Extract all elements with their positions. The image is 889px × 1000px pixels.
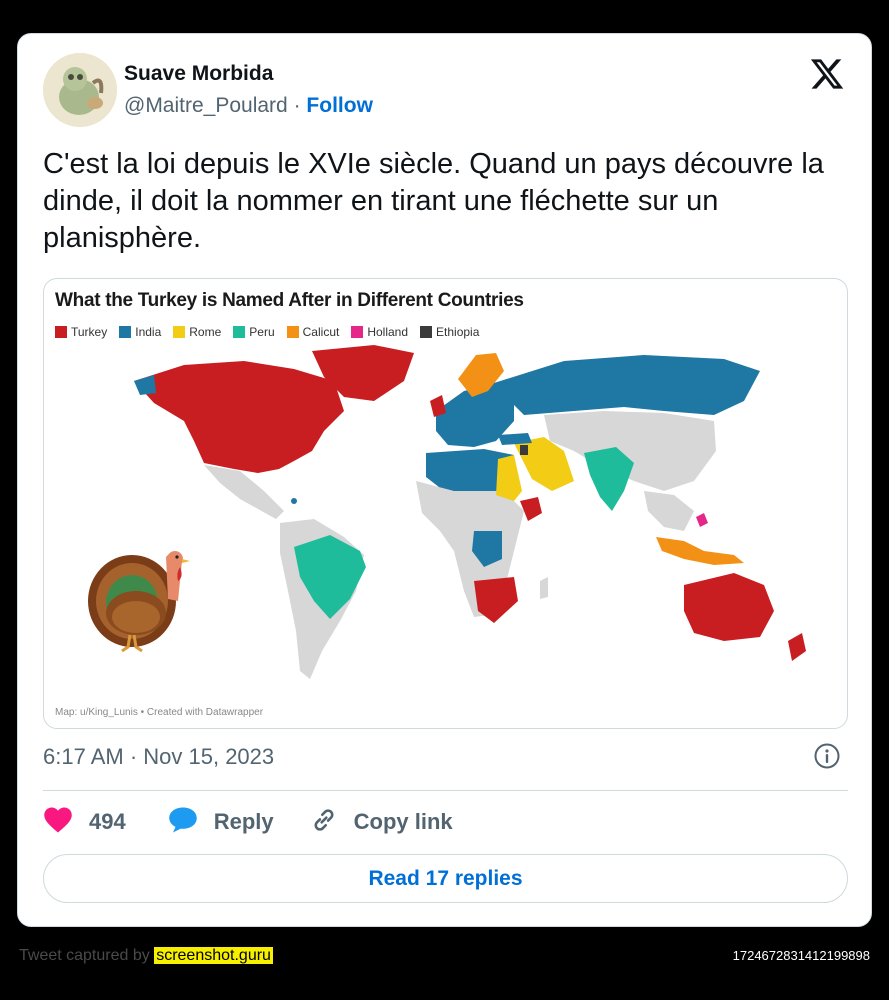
author-name[interactable]: Suave Morbida [124,62,273,86]
divider [43,790,848,791]
region-alaska [134,375,156,395]
legend-label: India [135,325,162,339]
legend-item-calicut: Calicut [286,325,340,339]
author-handle[interactable]: @Maitre_Poulard [124,94,288,117]
region-russia [494,355,760,415]
reply-label: Reply [213,809,274,834]
legend-swatch [55,326,67,338]
region-holland-islands [696,513,708,527]
region-southeast-asia [644,491,694,531]
legend-label: Calicut [302,325,340,339]
map-source: Map: u/King_Lunis • Created with Datawra… [55,707,264,718]
region-indonesia [656,537,744,565]
region-turkey-country [498,433,532,445]
legend-label: Peru [249,325,275,339]
heart-icon [43,806,73,839]
like-count: 494 [89,809,126,834]
legend-swatch [119,326,132,338]
legend-label: Turkey [71,325,108,339]
region-australia [684,573,774,641]
legend-label: Holland [367,325,409,339]
info-icon[interactable] [813,742,841,770]
legend-swatch [351,326,364,338]
copy-link-button[interactable]: Copy link [310,806,453,839]
region-horn-africa [520,497,542,521]
legend-item-india: India [119,325,161,339]
legend-item-rome: Rome [173,325,221,339]
legend-item-turkey: Turkey [55,325,107,339]
tweet-timestamp[interactable]: 6:17 AM · Nov 15, 2023 [43,744,274,770]
turkey-illustration [88,551,190,653]
legend-item-peru: Peru [233,325,275,339]
region-central-america [204,465,284,519]
read-replies-button[interactable]: Read 17 replies [43,854,848,903]
region-uk [430,395,446,417]
map-title: What the Turkey is Named After in Differ… [55,290,524,311]
reply-bubble-icon [168,806,198,839]
legend-swatch [173,326,186,338]
region-new-zealand [788,633,806,661]
legend-item-holland: Holland [351,325,408,339]
handle-separator: · [293,94,301,117]
like-button[interactable]: 494 [43,806,126,839]
legend-swatch [286,326,299,338]
link-icon [310,806,338,839]
map-legend: Turkey India Rome Peru Calicut Holland E… [55,325,479,339]
legend-swatch [233,326,246,338]
tweet-text: C'est la loi depuis le XVIe siècle. Quan… [43,148,824,254]
world-map [88,345,806,679]
region-india [584,447,634,511]
region-caribbean [291,498,297,504]
copy-link-label: Copy link [353,809,453,834]
region-sahel [496,455,522,501]
author-handle-line: @Maitre_Poulard · Follow [124,94,373,118]
tweet-id: 1724672831412199898 [732,948,870,963]
follow-button[interactable]: Follow [306,94,373,117]
legend-item-ethiopia: Ethiopia [420,325,479,339]
avatar[interactable] [43,53,117,127]
reply-button[interactable]: Reply [168,806,274,839]
region-madagascar [540,577,548,599]
captured-by: Tweet captured by screenshot.guru [19,947,273,965]
screenshot-guru-link[interactable]: screenshot.guru [154,947,273,964]
x-logo-icon[interactable] [809,56,845,92]
tweet-media-map[interactable]: What the Turkey is Named After in Differ… [43,278,848,729]
captured-prefix: Tweet captured by [19,947,150,964]
legend-label: Ethiopia [436,325,480,339]
region-north-america [134,361,344,473]
legend-label: Rome [189,325,222,339]
legend-swatch [420,326,433,338]
tweet-card: Suave Morbida @Maitre_Poulard · Follow C… [17,33,872,927]
region-levant [520,445,528,455]
tweet-actions: 494 Reply Copy link [43,804,453,840]
